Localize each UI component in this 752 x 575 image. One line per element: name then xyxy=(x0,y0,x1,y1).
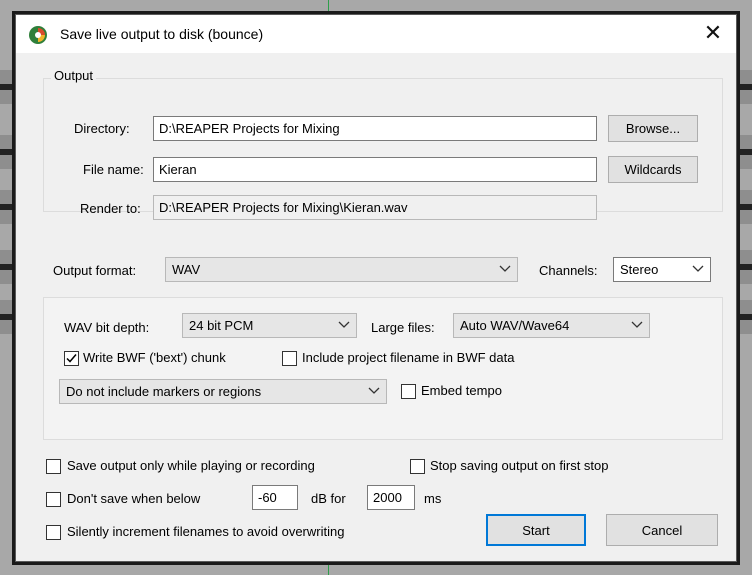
output-group xyxy=(43,78,723,212)
check-icon xyxy=(66,354,77,363)
wildcards-button[interactable]: Wildcards xyxy=(608,156,698,183)
stop-first-stop-label: Stop saving output on first stop xyxy=(430,458,609,473)
save-only-playing-checkbox[interactable] xyxy=(46,459,61,474)
reaper-logo-icon xyxy=(29,26,47,44)
dont-save-below-checkbox[interactable] xyxy=(46,492,61,507)
directory-label: Directory: xyxy=(74,121,130,136)
channels-label: Channels: xyxy=(539,263,598,278)
markers-select[interactable]: Do not include markers or regions xyxy=(59,379,387,404)
embed-tempo-checkbox[interactable] xyxy=(401,384,416,399)
directory-input[interactable] xyxy=(153,116,597,141)
channels-select[interactable]: Stereo xyxy=(613,257,711,282)
include-project-filename-label: Include project filename in BWF data xyxy=(302,350,515,365)
output-format-label: Output format: xyxy=(53,263,137,278)
wav-bit-depth-select[interactable]: 24 bit PCM xyxy=(182,313,357,338)
db-for-label: dB for xyxy=(311,491,346,506)
embed-tempo-label: Embed tempo xyxy=(421,383,502,398)
stop-first-stop-checkbox[interactable] xyxy=(410,459,425,474)
markers-value: Do not include markers or regions xyxy=(66,384,262,399)
channels-value: Stereo xyxy=(620,262,659,277)
silently-increment-checkbox[interactable] xyxy=(46,525,61,540)
output-format-value: WAV xyxy=(172,262,201,277)
duration-ms-input[interactable] xyxy=(367,485,415,510)
chevron-down-icon xyxy=(368,387,380,394)
wav-bit-depth-value: 24 bit PCM xyxy=(189,318,254,333)
dialog-title: Save live output to disk (bounce) xyxy=(60,26,264,42)
cancel-button[interactable]: Cancel xyxy=(606,514,718,546)
browse-button[interactable]: Browse... xyxy=(608,115,698,142)
chevron-down-icon xyxy=(631,321,643,328)
save-only-playing-label: Save output only while playing or record… xyxy=(67,458,315,473)
close-button[interactable]: ✕ xyxy=(690,15,736,53)
write-bwf-checkbox[interactable] xyxy=(64,351,79,366)
output-group-label: Output xyxy=(51,68,97,83)
render-to-label: Render to: xyxy=(80,201,141,216)
start-button[interactable]: Start xyxy=(486,514,586,546)
filename-label: File name: xyxy=(83,162,144,177)
threshold-db-input[interactable] xyxy=(252,485,298,510)
large-files-select[interactable]: Auto WAV/Wave64 xyxy=(453,313,650,338)
filename-input[interactable] xyxy=(153,157,597,182)
chevron-down-icon xyxy=(499,265,511,272)
large-files-value: Auto WAV/Wave64 xyxy=(460,318,570,333)
large-files-label: Large files: xyxy=(371,320,435,335)
write-bwf-label: Write BWF ('bext') chunk xyxy=(83,350,226,365)
ms-label: ms xyxy=(424,491,442,506)
chevron-down-icon xyxy=(692,265,704,272)
include-project-filename-checkbox[interactable] xyxy=(282,351,297,366)
dont-save-below-label: Don't save when below xyxy=(67,491,201,506)
silently-increment-label: Silently increment filenames to avoid ov… xyxy=(67,524,345,539)
wav-bit-depth-label: WAV bit depth: xyxy=(64,320,150,335)
bounce-dialog: Save live output to disk (bounce) ✕ Outp… xyxy=(15,14,737,562)
chevron-down-icon xyxy=(338,321,350,328)
title-bar[interactable]: Save live output to disk (bounce) ✕ xyxy=(16,15,736,53)
render-to-field xyxy=(153,195,597,220)
output-format-select[interactable]: WAV xyxy=(165,257,518,282)
